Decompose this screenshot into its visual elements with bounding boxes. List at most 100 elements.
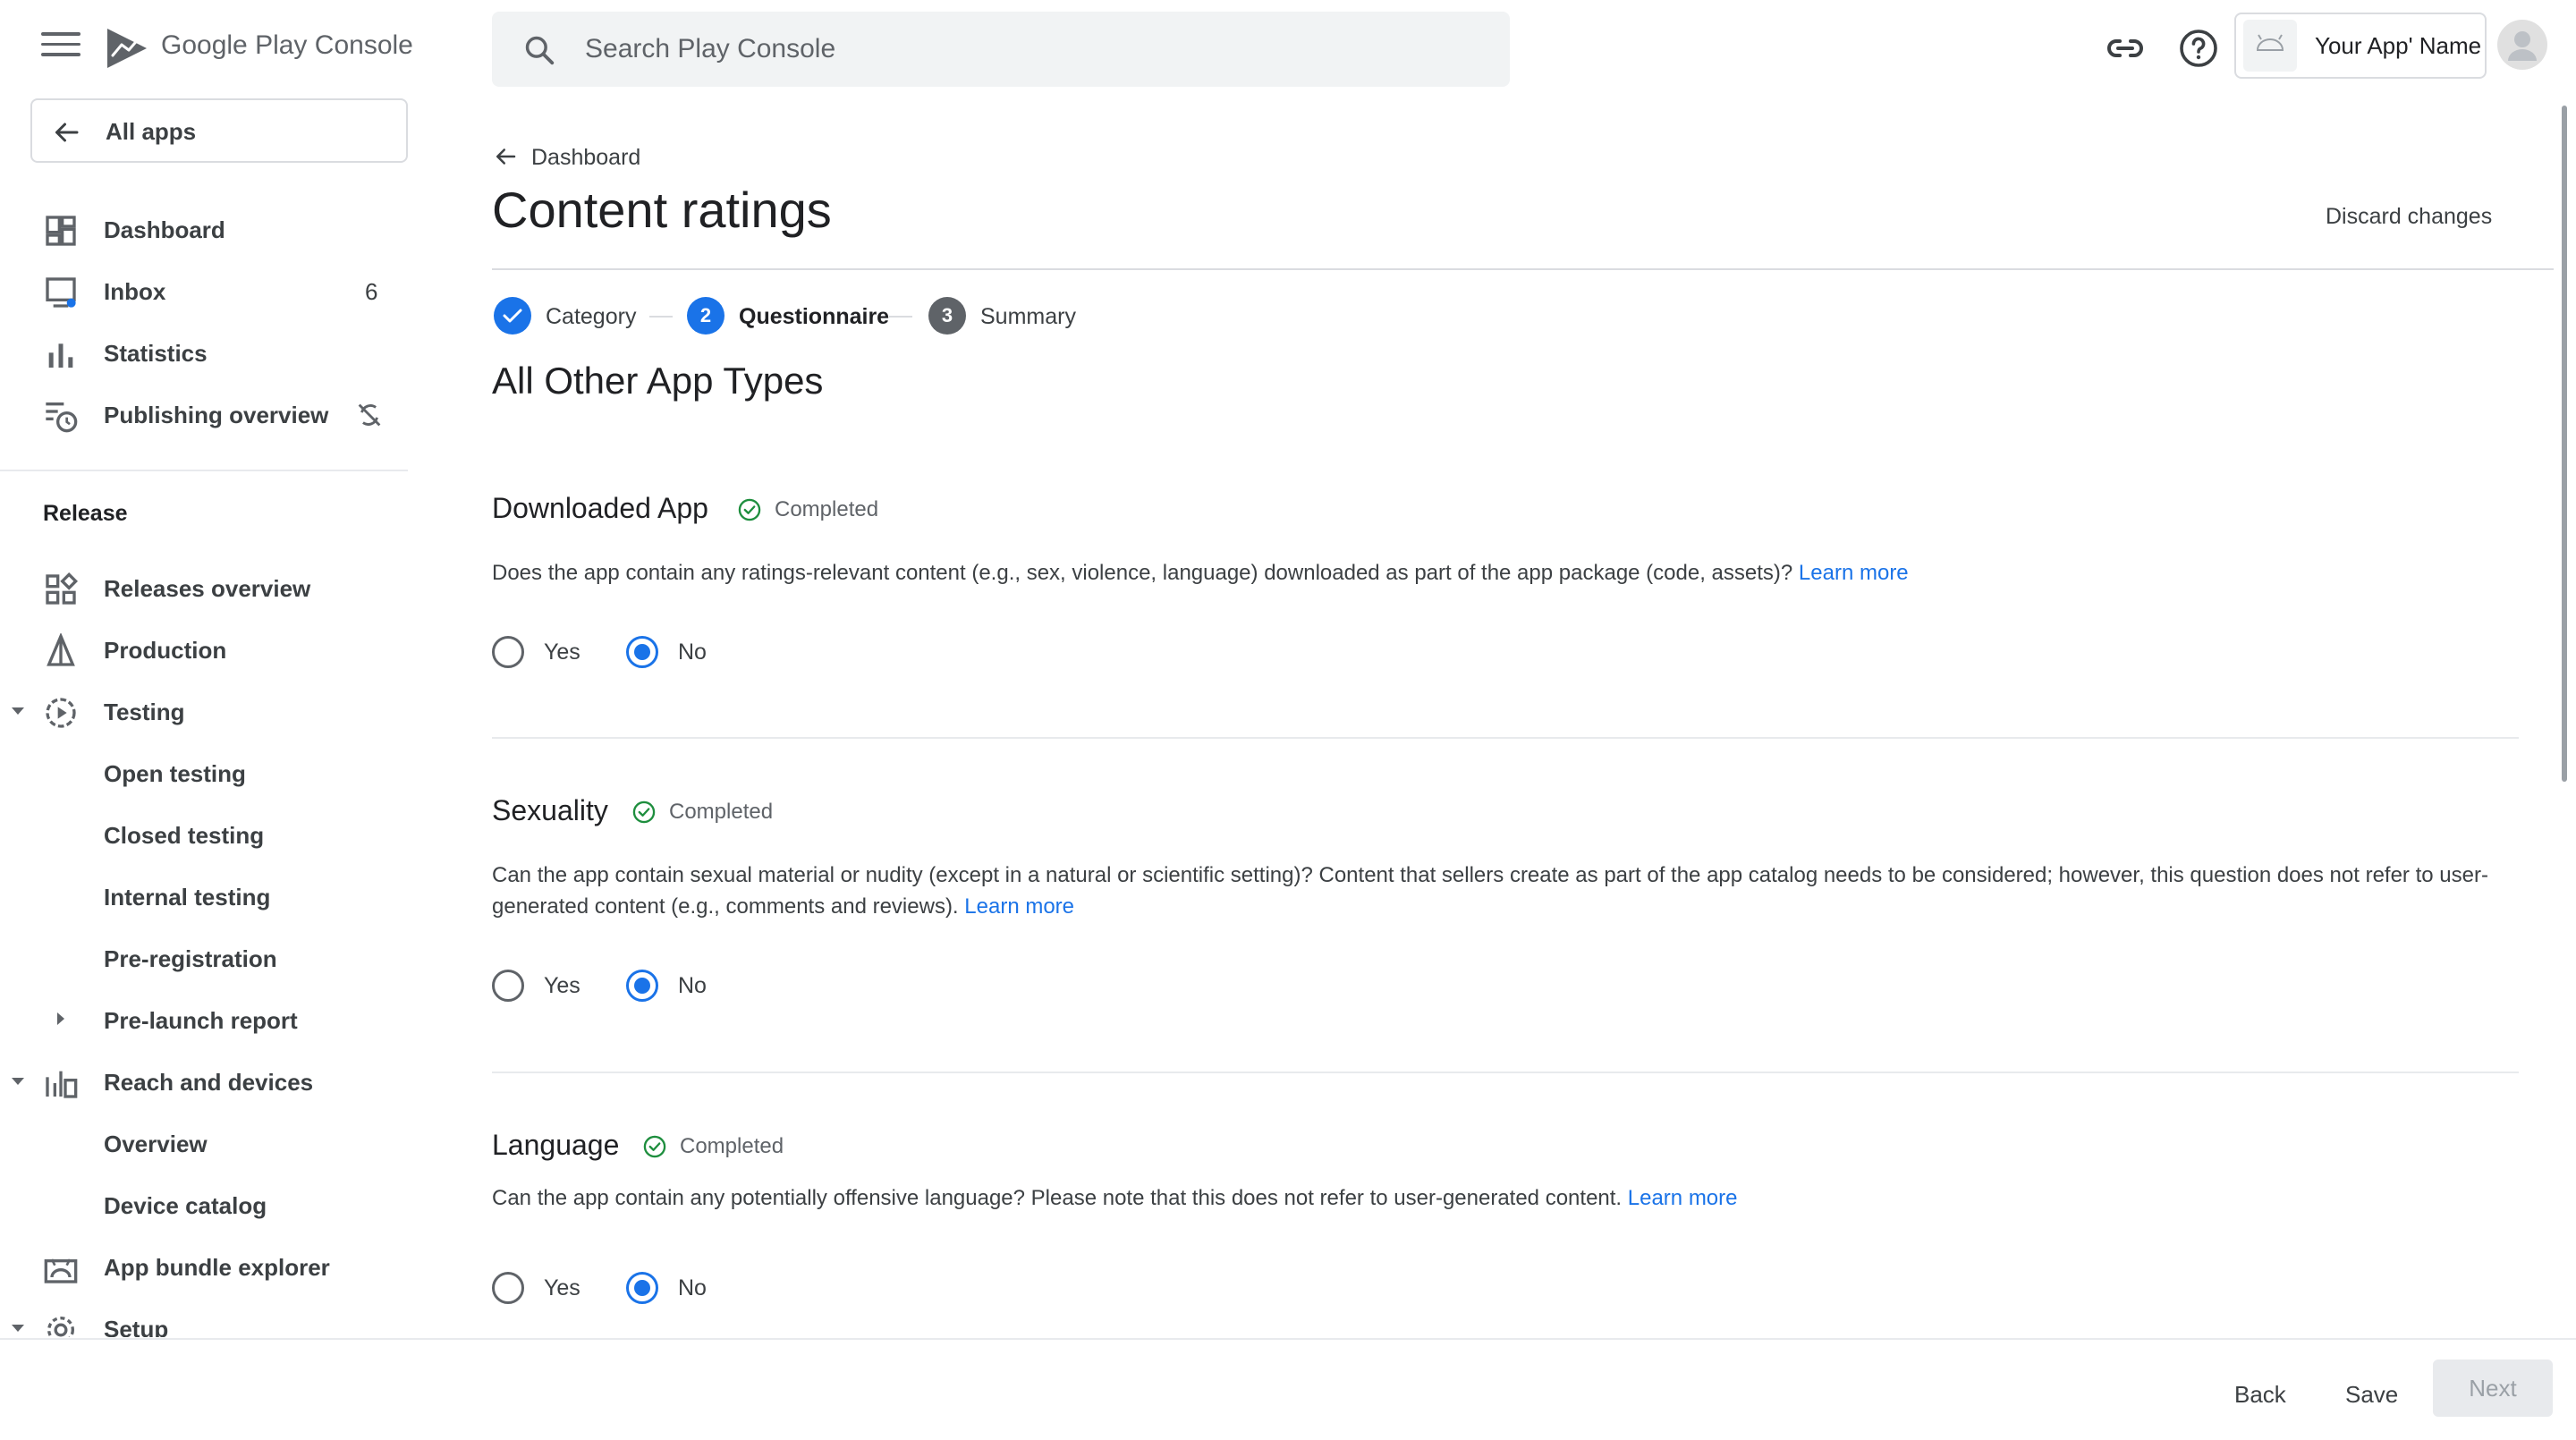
bottom-action-bar: Back Save Next [0, 1338, 2576, 1440]
question-sexuality: Sexuality Completed Can the app contain … [492, 794, 2519, 1152]
sidebar-item-setup[interactable]: Setup [0, 1301, 411, 1337]
step-number-questionnaire: 2 [687, 297, 724, 335]
production-icon [47, 633, 75, 666]
radio-no-label[interactable]: No [678, 640, 707, 665]
learn-more-link[interactable]: Learn more [964, 894, 1074, 919]
chevron-down-icon[interactable] [11, 706, 25, 716]
sidebar-item-releases-overview[interactable]: Releases overview [0, 561, 411, 614]
sidebar-item-label: Inbox [104, 278, 166, 305]
status-text: Completed [680, 1134, 784, 1158]
question-body: Can the app contain sexual material or n… [492, 863, 2488, 919]
step-number-summary: 3 [928, 297, 966, 335]
radio-yes-label[interactable]: Yes [544, 640, 580, 665]
android-icon [2243, 20, 2297, 72]
help-icon[interactable] [2177, 27, 2220, 70]
scrollbar[interactable] [2562, 106, 2567, 782]
status-text: Completed [669, 800, 774, 824]
check-icon [503, 309, 522, 323]
sidebar-item-label: App bundle explorer [104, 1254, 330, 1281]
chevron-down-icon[interactable] [11, 1323, 25, 1334]
sidebar-item-production[interactable]: Production [0, 623, 411, 676]
sidebar-item-label: Device catalog [104, 1192, 267, 1219]
sidebar-item-testing[interactable]: Testing [0, 684, 411, 738]
radio-no[interactable] [626, 970, 658, 1002]
sidebar-item-label: Open testing [104, 760, 246, 787]
sidebar-item-label: Production [104, 637, 227, 664]
link-icon[interactable] [2104, 27, 2147, 70]
menu-icon[interactable] [41, 32, 80, 64]
search-bar[interactable] [492, 12, 1510, 87]
sidebar-item-publishing-overview[interactable]: Publishing overview [0, 387, 411, 441]
discard-changes-button[interactable]: Discard changes [2326, 204, 2492, 230]
step-connector [889, 316, 912, 318]
sidebar-item-label: Dashboard [104, 216, 225, 243]
radio-yes-label[interactable]: Yes [544, 973, 580, 999]
question-body: Does the app contain any ratings-relevan… [492, 561, 1793, 585]
inbox-icon [46, 277, 76, 308]
search-input[interactable] [585, 28, 1462, 71]
learn-more-link[interactable]: Learn more [1799, 561, 1909, 585]
radio-yes[interactable] [492, 1272, 524, 1304]
save-button[interactable]: Save [2345, 1381, 2398, 1409]
sidebar-item-dashboard[interactable]: Dashboard [0, 202, 411, 256]
radio-yes[interactable] [492, 970, 524, 1002]
next-button[interactable]: Next [2433, 1360, 2553, 1417]
radio-yes-label[interactable]: Yes [544, 1275, 580, 1301]
sidebar-item-app-bundle-explorer[interactable]: App bundle explorer [0, 1240, 411, 1293]
sidebar-item-label: Testing [104, 699, 185, 725]
section-heading: All Other App Types [492, 360, 824, 402]
dashboard-icon [46, 216, 76, 246]
chevron-right-icon[interactable] [55, 1011, 66, 1027]
avatar[interactable] [2497, 20, 2547, 70]
sidebar-item-internal-testing[interactable]: Internal testing [0, 869, 411, 923]
sidebar: All apps Dashboard Inbox 6 Statistics Pu… [0, 89, 411, 1337]
sidebar-item-open-testing[interactable]: Open testing [0, 746, 411, 800]
brand-google: Google Play [161, 30, 308, 60]
check-circle-icon [738, 498, 761, 521]
radio-yes[interactable] [492, 636, 524, 668]
sidebar-item-pre-launch-report[interactable]: Pre-launch report [0, 993, 411, 1046]
step-label-questionnaire[interactable]: Questionnaire [739, 304, 889, 330]
sidebar-item-inbox[interactable]: Inbox 6 [0, 264, 411, 318]
back-button[interactable]: Back [2234, 1381, 2286, 1409]
sidebar-item-label: Pre-registration [104, 945, 277, 972]
sidebar-item-overview[interactable]: Overview [0, 1116, 411, 1170]
all-apps-button[interactable]: All apps [30, 98, 408, 163]
bar-chart-icon [48, 343, 73, 368]
check-circle-icon [643, 1135, 666, 1158]
sidebar-item-label: Reach and devices [104, 1069, 314, 1096]
reach-devices-icon [46, 1071, 78, 1098]
sidebar-section-release: Release [43, 501, 128, 526]
sidebar-item-label: Publishing overview [104, 402, 329, 428]
chevron-down-icon[interactable] [11, 1076, 25, 1087]
sidebar-item-pre-registration[interactable]: Pre-registration [0, 931, 411, 985]
sidebar-item-device-catalog[interactable]: Device catalog [0, 1178, 411, 1232]
question-title: Downloaded App [492, 492, 708, 524]
question-language: Language Completed Can the app contain a… [492, 1129, 2519, 1337]
sidebar-item-label: Pre-launch report [104, 1007, 298, 1034]
sidebar-item-closed-testing[interactable]: Closed testing [0, 808, 411, 861]
step-category-check[interactable] [494, 297, 531, 335]
question-text: Can the app contain sexual material or n… [492, 860, 2522, 922]
arrow-back-icon [55, 123, 79, 142]
radio-no[interactable] [626, 636, 658, 668]
radio-no[interactable] [626, 1272, 658, 1304]
step-label-summary[interactable]: Summary [980, 304, 1076, 330]
top-bar: Google Play Console Your App' Name [0, 0, 2576, 98]
search-icon [525, 36, 555, 65]
play-console-logo [107, 29, 147, 68]
app-selector[interactable]: Your App' Name [2234, 13, 2487, 79]
sidebar-item-statistics[interactable]: Statistics [0, 326, 411, 379]
step-label-category[interactable]: Category [546, 304, 636, 330]
question-title: Language [492, 1129, 620, 1161]
main-content: Dashboard Content ratings Discard change… [492, 89, 2558, 1337]
radio-no-label[interactable]: No [678, 1275, 707, 1301]
learn-more-link[interactable]: Learn more [1628, 1186, 1738, 1210]
sync-disabled-icon [358, 403, 381, 427]
radio-no-label[interactable]: No [678, 973, 707, 999]
question-title: Sexuality [492, 794, 608, 826]
breadcrumb-label: Dashboard [531, 145, 641, 170]
app-bundle-icon [44, 1258, 78, 1283]
sidebar-item-reach-and-devices[interactable]: Reach and devices [0, 1055, 411, 1108]
sidebar-item-label: Statistics [104, 340, 208, 367]
